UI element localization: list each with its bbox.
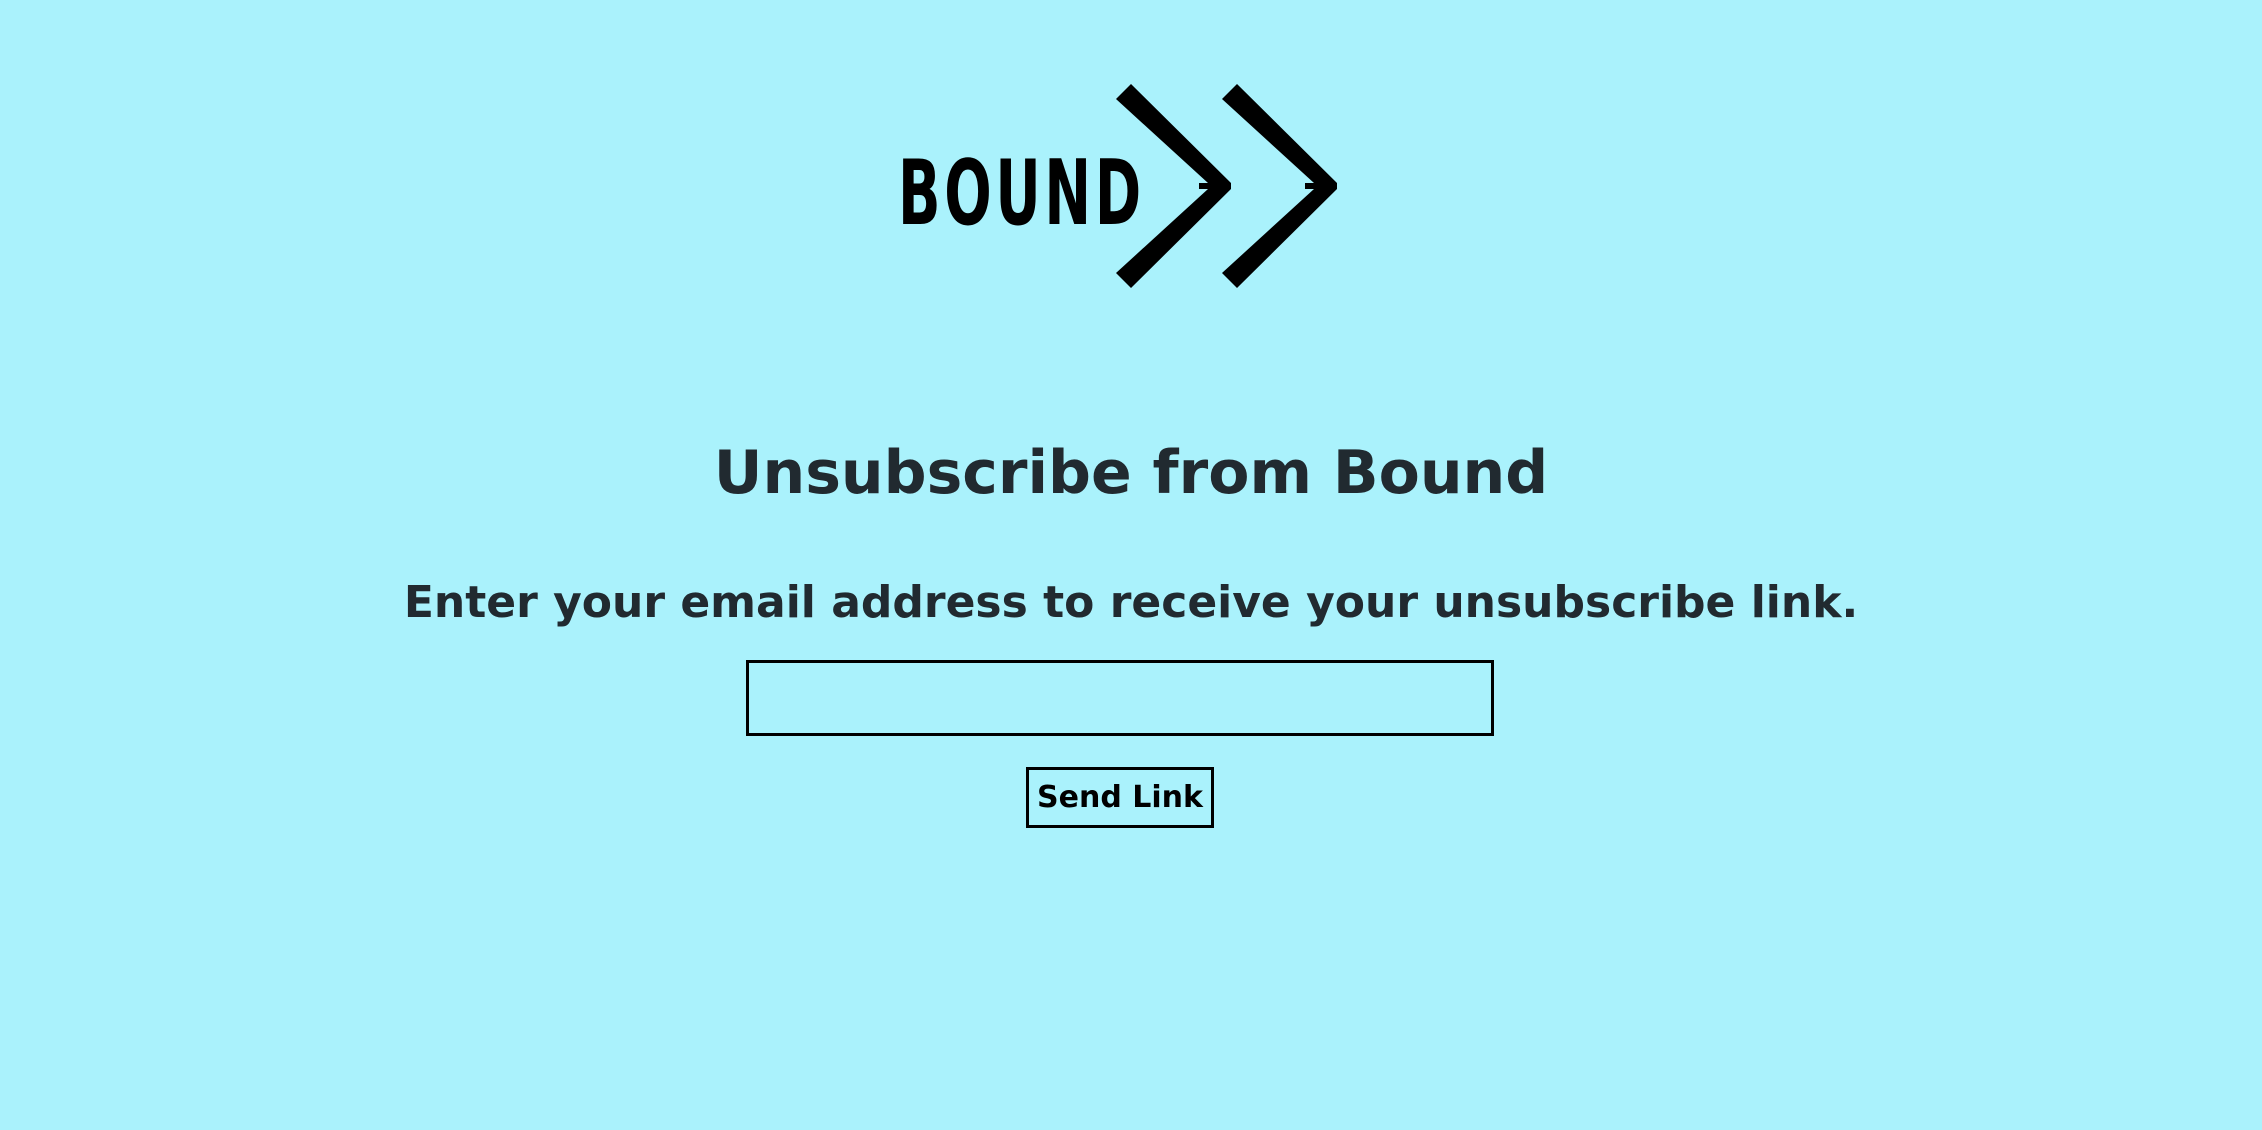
instructions-text: Enter your email address to receive your… (403, 577, 1859, 628)
send-link-button[interactable]: Send Link (1026, 767, 1214, 828)
bound-logo: BOUND (898, 84, 1338, 288)
logo-wordmark: BOUND (898, 141, 1145, 246)
email-field[interactable] (746, 660, 1494, 736)
page-title: Unsubscribe from Bound (713, 438, 1549, 508)
double-chevron-right-icon (1116, 84, 1337, 288)
